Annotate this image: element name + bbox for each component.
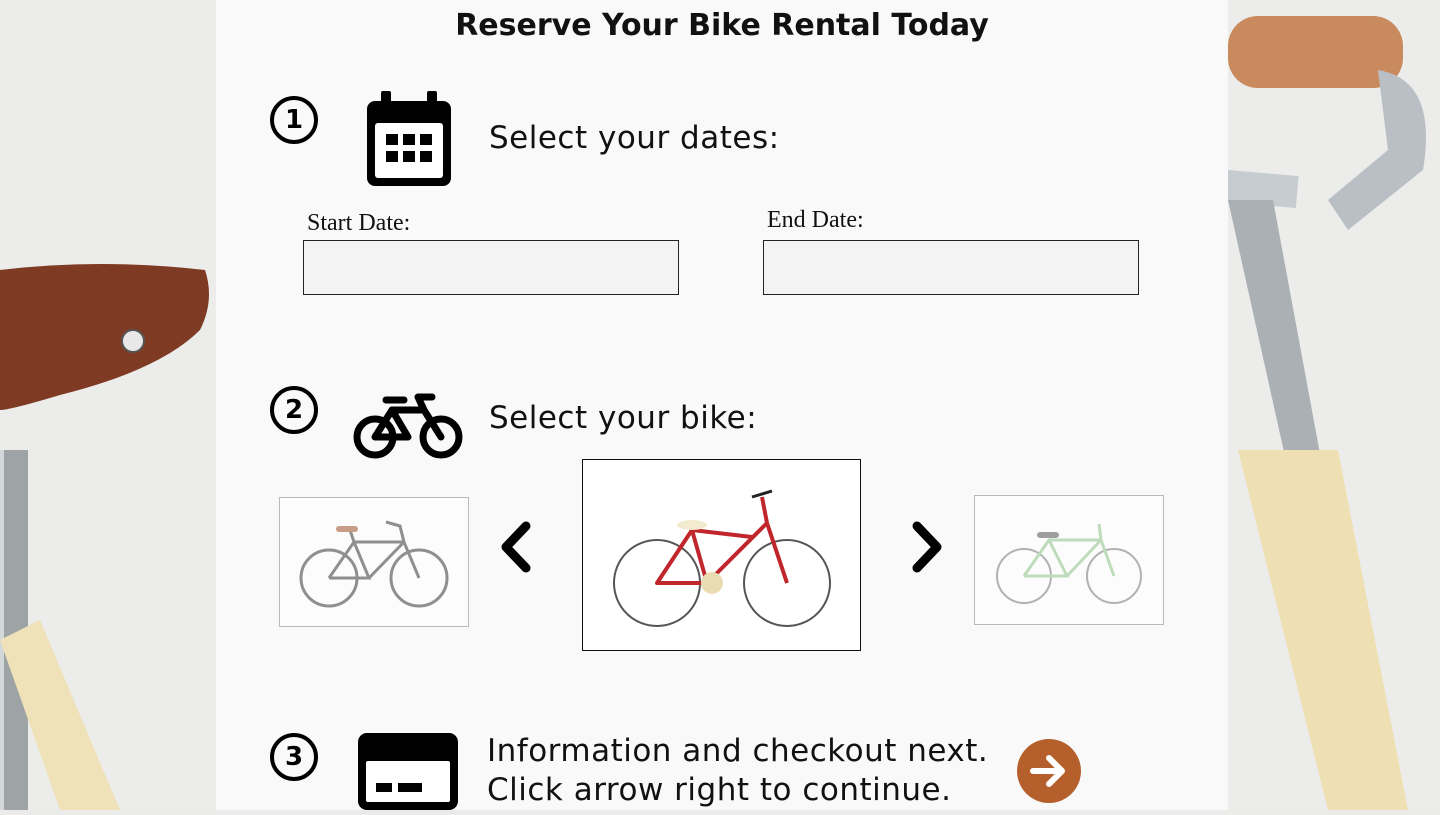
end-date-label: End Date: xyxy=(767,207,864,233)
step-1-label: Select your dates: xyxy=(489,120,780,156)
reservation-panel: Reserve Your Bike Rental Today 1 Select … xyxy=(216,0,1228,810)
bike-option-next[interactable] xyxy=(974,495,1164,625)
chevron-right-icon xyxy=(912,521,942,573)
step-3-label: Information and checkout next. Click arr… xyxy=(487,732,988,810)
bike-image xyxy=(299,520,449,608)
credit-card-icon xyxy=(358,733,458,815)
step-2-badge: 2 xyxy=(270,386,318,434)
bike-option-previous[interactable] xyxy=(279,497,469,627)
chevron-left-icon xyxy=(501,521,531,573)
step-3-label-line1: Information and checkout next. xyxy=(487,733,989,769)
calendar-icon xyxy=(367,91,451,191)
bike-image xyxy=(996,523,1142,604)
page-title: Reserve Your Bike Rental Today xyxy=(455,8,989,43)
start-date-input[interactable] xyxy=(303,240,679,295)
bicycle-icon xyxy=(352,392,464,465)
end-date-input[interactable] xyxy=(763,240,1139,295)
step-3-badge: 3 xyxy=(270,733,318,781)
start-date-label: Start Date: xyxy=(307,210,411,236)
bike-image xyxy=(612,489,831,627)
background-handlebar-image xyxy=(1228,0,1440,810)
arrow-right-icon xyxy=(1030,755,1065,787)
carousel-next-button[interactable] xyxy=(911,521,945,578)
continue-button[interactable] xyxy=(1017,739,1081,803)
step-1-badge: 1 xyxy=(270,96,318,144)
step-2-label: Select your bike: xyxy=(489,400,758,436)
bike-option-selected[interactable] xyxy=(582,459,861,651)
background-saddle-image xyxy=(0,0,216,810)
step-3-label-line2: Click arrow right to continue. xyxy=(487,772,952,808)
carousel-prev-button[interactable] xyxy=(498,521,532,578)
